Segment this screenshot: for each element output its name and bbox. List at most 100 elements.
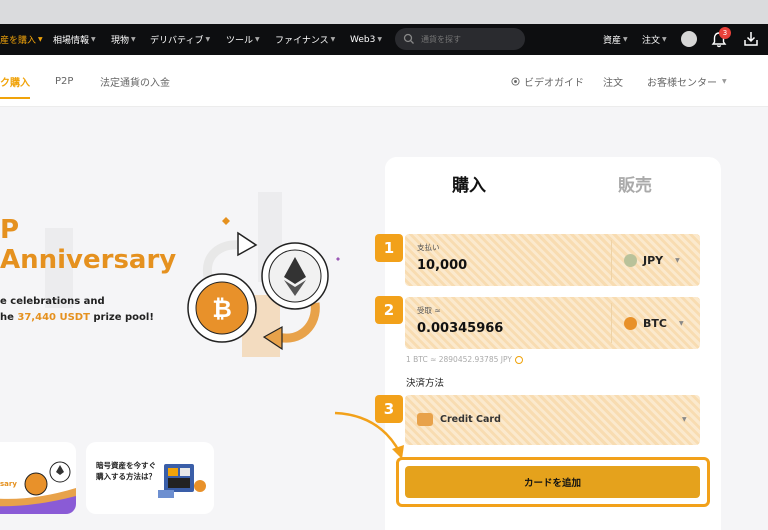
active-tab-underline	[0, 97, 30, 99]
hero-title-partial: P	[0, 215, 20, 245]
nav-markets[interactable]: 相場情報 ▼	[53, 24, 96, 55]
shop-counter	[168, 478, 190, 488]
store-illustration	[158, 464, 206, 498]
tab-label: ク購入	[0, 77, 30, 89]
step-marker-1: 1	[375, 234, 403, 262]
arrow-head-icon	[237, 231, 258, 257]
crypto-swap-illustration: ₿	[187, 217, 340, 357]
nav-label: 注文	[642, 36, 661, 46]
chevron-down-icon: ▼	[377, 36, 382, 43]
card-title: 暗号資産を今すぐ購入する方法は？	[96, 461, 156, 481]
nav-derivatives[interactable]: デリバティブ ▼	[150, 24, 210, 55]
nav-finance[interactable]: ファイナンス ▼	[275, 24, 335, 55]
sparkle-icon	[336, 257, 340, 261]
receive-amount-input[interactable]: 0.00345966	[417, 321, 503, 336]
nav-label: ツール	[226, 36, 254, 46]
nav-web3[interactable]: Web3 ▼	[350, 24, 382, 55]
chevron-down-icon: ▼	[38, 36, 43, 43]
exchange-rate: 1 BTC ≈ 2890452.93785 JPY	[406, 355, 523, 364]
promo-card-anniversary[interactable]: sary	[0, 442, 76, 514]
customer-center-link[interactable]: お客様センター ▼	[647, 55, 727, 107]
sub-navbar: ク購入 P2P 法定通貨の入金 ビデオガイド 注文 お客様センター ▼	[0, 55, 768, 107]
orders-link[interactable]: 注文	[603, 55, 623, 107]
tab-fiat-deposit[interactable]: 法定通貨の入金	[100, 55, 170, 107]
nav-label: 相場情報	[53, 36, 90, 46]
tab-buy[interactable]: 購入	[385, 157, 553, 209]
nav-label: 資産	[603, 36, 622, 46]
chevron-down-icon: ▼	[330, 36, 336, 43]
hero-text: he	[0, 312, 18, 323]
bitcoin-icon	[24, 472, 48, 496]
pay-label: 支払い	[417, 243, 440, 252]
nav-spot[interactable]: 現物 ▼	[111, 24, 136, 55]
step-marker-2: 2	[375, 296, 403, 324]
annotation-arrow	[334, 411, 404, 459]
download-icon[interactable]	[743, 30, 759, 48]
receive-currency-select[interactable]: BTC ▼	[611, 303, 695, 343]
arrow-curve	[334, 411, 402, 454]
rate-text: 1 BTC ≈ 2890452.93785 JPY	[406, 355, 512, 364]
tab-p2p[interactable]: P2P	[55, 55, 73, 107]
tab-quick-buy[interactable]: ク購入	[0, 55, 30, 107]
bitcoin-icon: ₿	[212, 295, 232, 323]
notification-badge: 3	[719, 27, 731, 39]
avatar[interactable]	[681, 31, 697, 47]
shop-item	[180, 468, 190, 476]
hero-subtitle-line2: he 37,440 USDT prize pool!	[0, 312, 154, 323]
shop-item	[168, 468, 178, 476]
chevron-down-icon: ▼	[682, 416, 687, 423]
payment-method-value: Credit Card	[440, 414, 501, 425]
tab-label: 法定通貨の入金	[100, 77, 170, 89]
sparkle-icon	[222, 217, 230, 225]
promo-card-how-to-buy[interactable]: 暗号資産を今すぐ購入する方法は？	[86, 442, 214, 514]
anniversary-thumbnail	[0, 461, 76, 514]
hero-title-anniversary: Anniversary	[0, 245, 177, 275]
coin-icon	[194, 480, 206, 492]
search-input[interactable]: 通貨を探す	[395, 28, 525, 50]
pay-amount-input[interactable]: 10,000	[417, 258, 467, 273]
receive-label: 受取 ≈	[417, 306, 441, 315]
payment-method-label: 決済方法	[406, 378, 445, 389]
chevron-down-icon: ▼	[623, 36, 628, 43]
prize-amount: 37,440 USDT	[17, 312, 90, 323]
play-circle-icon	[511, 76, 520, 86]
nav-label: デリバティブ	[150, 36, 204, 46]
credit-card-icon	[417, 413, 433, 426]
payment-method-select[interactable]: Credit Card ▼	[405, 395, 700, 445]
nav-label: Web3	[350, 34, 376, 45]
pay-currency-select[interactable]: JPY ▼	[611, 240, 695, 280]
search-placeholder: 通貨を探す	[421, 34, 461, 44]
nav-orders[interactable]: 注文 ▼	[642, 24, 667, 55]
top-navbar: 産を購入 ▼ 相場情報 ▼ 現物 ▼ デリバティブ ▼ ツール ▼ ファイナンス ▼ Web…	[0, 24, 768, 55]
link-label: 注文	[603, 77, 623, 89]
add-card-button[interactable]: カードを追加	[405, 466, 700, 498]
link-label: ビデオガイド	[524, 77, 584, 89]
tab-sell[interactable]: 販売	[560, 157, 710, 209]
nav-label: 産を購入	[0, 36, 37, 46]
browser-top-strip	[0, 0, 768, 24]
nav-label: 現物	[111, 36, 130, 46]
info-icon[interactable]	[514, 356, 523, 364]
chevron-down-icon: ▼	[91, 36, 96, 43]
search-icon	[403, 33, 414, 44]
hero-text: prize pool!	[89, 312, 154, 323]
chevron-down-icon: ▼	[678, 319, 684, 327]
card-title: sary	[0, 480, 17, 488]
pay-amount-field[interactable]: 支払い 10,000 JPY ▼	[405, 234, 700, 286]
currency-code: BTC	[643, 316, 667, 330]
jpy-icon	[624, 253, 637, 267]
shop-block	[158, 490, 174, 498]
video-guide-link[interactable]: ビデオガイド	[511, 55, 584, 107]
chevron-down-icon: ▼	[662, 36, 667, 43]
tab-label: P2P	[55, 75, 74, 87]
nav-buy-crypto[interactable]: 産を購入 ▼	[0, 24, 43, 55]
chevron-down-icon: ▼	[205, 36, 211, 43]
nav-assets[interactable]: 資産 ▼	[603, 24, 628, 55]
chevron-down-icon: ▼	[722, 77, 727, 85]
chevron-down-icon: ▼	[255, 36, 260, 43]
currency-code: JPY	[643, 253, 664, 267]
swap-arrow-top	[202, 240, 243, 278]
receive-amount-field[interactable]: 受取 ≈ 0.00345966 BTC ▼	[405, 297, 700, 349]
chevron-down-icon: ▼	[131, 36, 136, 43]
nav-tools[interactable]: ツール ▼	[226, 24, 260, 55]
